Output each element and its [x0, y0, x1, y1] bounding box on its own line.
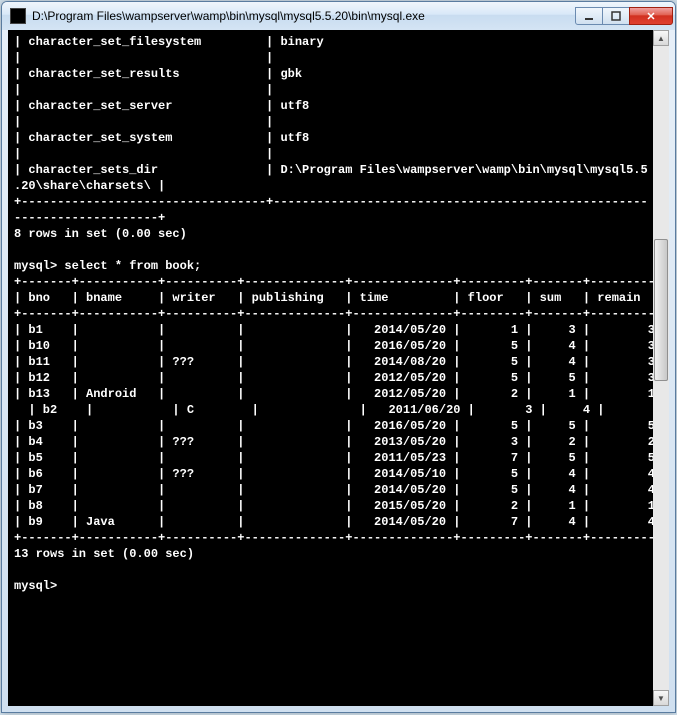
- close-button[interactable]: [629, 7, 673, 25]
- close-icon: [646, 11, 656, 21]
- minimize-icon: [584, 11, 594, 21]
- window-controls: [575, 7, 673, 25]
- app-window: D:\Program Files\wampserver\wamp\bin\mys…: [1, 1, 676, 713]
- vertical-scrollbar[interactable]: ▲ ▼: [653, 30, 669, 706]
- terminal-output[interactable]: | character_set_filesystem | binary | | …: [8, 30, 653, 706]
- scroll-down-button[interactable]: ▼: [653, 690, 669, 706]
- maximize-icon: [611, 11, 621, 21]
- app-icon: [10, 8, 26, 24]
- minimize-button[interactable]: [575, 7, 603, 25]
- client-area: | character_set_filesystem | binary | | …: [8, 30, 669, 706]
- scroll-track[interactable]: [653, 46, 669, 690]
- scroll-up-button[interactable]: ▲: [653, 30, 669, 46]
- titlebar[interactable]: D:\Program Files\wampserver\wamp\bin\mys…: [2, 2, 675, 30]
- maximize-button[interactable]: [602, 7, 630, 25]
- window-title: D:\Program Files\wampserver\wamp\bin\mys…: [32, 9, 575, 23]
- scroll-thumb[interactable]: [654, 239, 668, 381]
